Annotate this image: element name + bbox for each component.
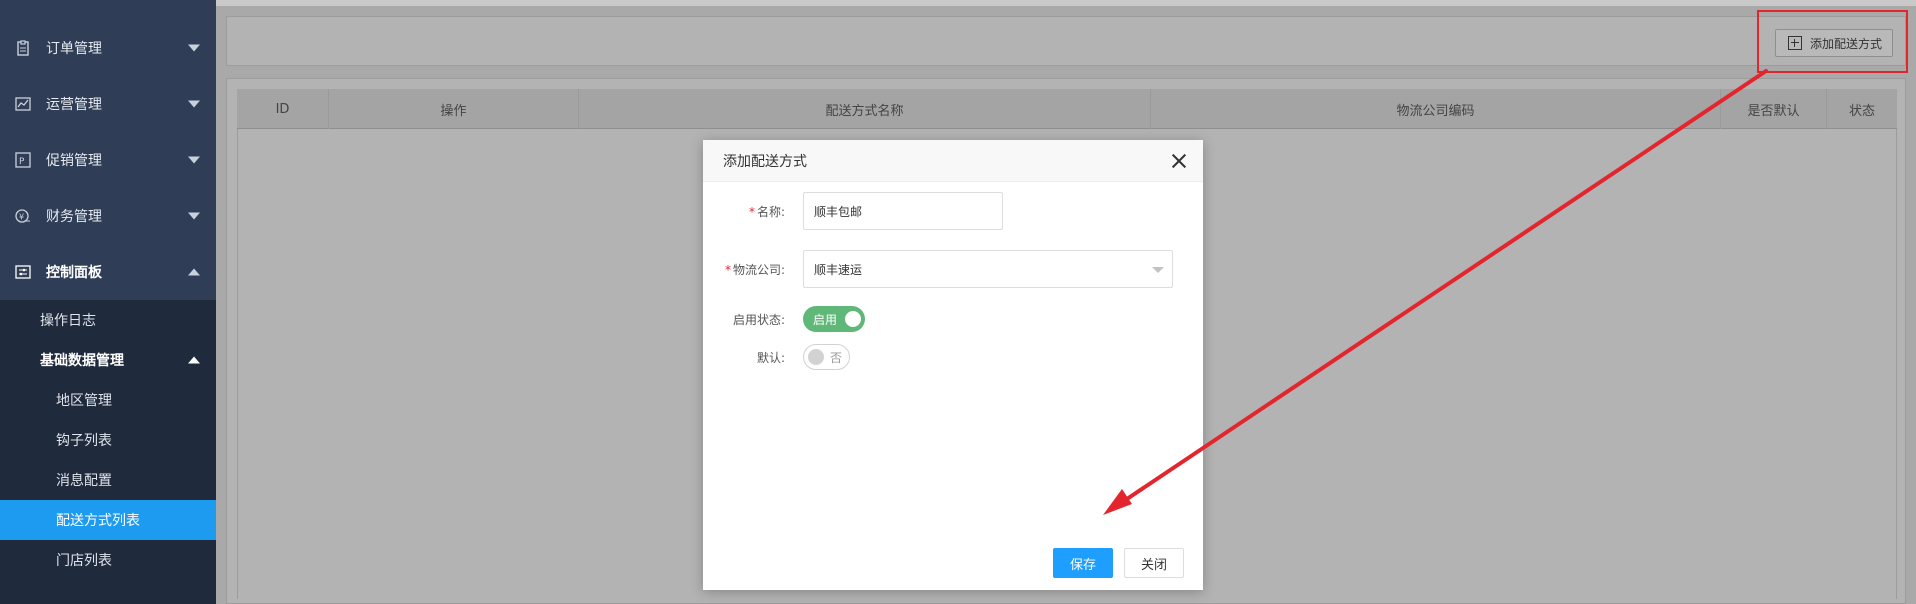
sidebar-item-label: 地区管理: [56, 393, 112, 409]
chevron-up-icon: [188, 356, 200, 364]
sidebar-item-label: 配送方式列表: [56, 513, 140, 529]
company-label-text: 物流公司:: [732, 262, 785, 277]
toolbar-panel: 添加配送方式: [226, 16, 1906, 66]
column-header-company-code[interactable]: 物流公司编码: [1151, 89, 1721, 129]
form-row-company: * 物流公司: 顺丰速运: [703, 250, 1203, 288]
form-row-default: 默认: 否: [703, 344, 1203, 370]
chart-line-icon: [14, 95, 32, 113]
clipboard-icon: [14, 39, 32, 57]
company-label: * 物流公司:: [703, 261, 803, 278]
name-input-value: 顺丰包邮: [814, 204, 863, 219]
column-header-status[interactable]: 状态: [1827, 89, 1897, 129]
sidebar-group-operations[interactable]: 运营管理: [0, 76, 216, 132]
sidebar-item-label: 操作日志: [40, 313, 96, 329]
column-header-id[interactable]: ID: [237, 89, 329, 129]
caret-down-icon: [1152, 267, 1164, 273]
column-header-is-default[interactable]: 是否默认: [1721, 89, 1827, 129]
sidebar-group-finance[interactable]: ¥ 财务管理: [0, 188, 216, 244]
sidebar-group-label: 财务管理: [46, 209, 102, 225]
column-header-action[interactable]: 操作: [329, 89, 579, 129]
sidebar-group-label: 运营管理: [46, 97, 102, 113]
sidebar-group-label: 订单管理: [46, 41, 102, 57]
sidebar-item-message-config[interactable]: 消息配置: [0, 460, 216, 500]
form-row-name: * 名称: 顺丰包邮: [703, 192, 1203, 230]
sidebar-group-promotions[interactable]: P 促销管理: [0, 132, 216, 188]
column-header-name[interactable]: 配送方式名称: [579, 89, 1151, 129]
sidebar-item-basic-data[interactable]: 基础数据管理: [0, 340, 216, 380]
sidebar-item-label: 门店列表: [56, 553, 112, 569]
modal-title: 添加配送方式: [723, 153, 807, 170]
required-mark: *: [748, 204, 755, 219]
toggle-knob: [808, 349, 824, 365]
close-button[interactable]: 关闭: [1124, 548, 1184, 578]
sidebar-item-store-list[interactable]: 门店列表: [0, 540, 216, 580]
sidebar-item-delivery-list[interactable]: 配送方式列表: [0, 500, 216, 540]
svg-text:P: P: [19, 157, 25, 167]
sidebar: 订单管理 运营管理 P 促销管理 ¥ 财务管理 控制面板 操作日志 基础数据管理…: [0, 0, 216, 604]
promo-icon: P: [14, 151, 32, 169]
required-mark: *: [724, 262, 731, 277]
sidebar-item-region[interactable]: 地区管理: [0, 380, 216, 420]
annotation-highlight-box: [1757, 10, 1908, 73]
form-row-status: 启用状态: 启用: [703, 306, 1203, 332]
sidebar-group-label: 促销管理: [46, 153, 102, 169]
table-header: ID 操作 配送方式名称 物流公司编码 是否默认 状态: [237, 89, 1897, 129]
control-panel-icon: [14, 263, 32, 281]
sidebar-item-label: 钩子列表: [56, 433, 112, 449]
sidebar-group-label: 控制面板: [46, 265, 102, 281]
status-toggle-text: 启用: [813, 312, 838, 327]
status-toggle[interactable]: 启用: [803, 306, 865, 332]
money-icon: ¥: [14, 207, 32, 225]
modal-header: 添加配送方式: [703, 140, 1203, 182]
sidebar-top-partial: [0, 0, 216, 20]
company-select[interactable]: 顺丰速运: [803, 250, 1173, 288]
sidebar-group-control-panel[interactable]: 控制面板: [0, 244, 216, 300]
default-label-text: 默认:: [756, 350, 785, 365]
chevron-down-icon: [188, 100, 200, 108]
top-tab-strip: [216, 0, 1916, 6]
sidebar-item-label: 基础数据管理: [40, 353, 124, 369]
save-button[interactable]: 保存: [1053, 548, 1113, 578]
sidebar-group-orders[interactable]: 订单管理: [0, 20, 216, 76]
default-toggle[interactable]: 否: [803, 344, 850, 370]
svg-text:¥: ¥: [19, 213, 24, 222]
sidebar-item-operation-log[interactable]: 操作日志: [0, 300, 216, 340]
sidebar-item-label: 消息配置: [56, 473, 112, 489]
toggle-knob: [845, 311, 861, 327]
sidebar-item-hooks[interactable]: 钩子列表: [0, 420, 216, 460]
name-label-text: 名称:: [756, 204, 785, 219]
company-select-value: 顺丰速运: [814, 262, 863, 277]
sidebar-submenu: 操作日志 基础数据管理 地区管理 钩子列表 消息配置 配送方式列表 门店列表: [0, 300, 216, 604]
chevron-down-icon: [188, 156, 200, 164]
status-label-text: 启用状态:: [732, 312, 785, 327]
close-icon[interactable]: [1171, 153, 1187, 169]
name-label: * 名称:: [703, 203, 803, 220]
chevron-up-icon: [188, 268, 200, 276]
chevron-down-icon: [188, 212, 200, 220]
default-label: 默认:: [703, 349, 803, 366]
default-toggle-text: 否: [830, 350, 843, 365]
chevron-down-icon: [188, 44, 200, 52]
status-label: 启用状态:: [703, 311, 803, 328]
name-input[interactable]: 顺丰包邮: [803, 192, 1003, 230]
add-delivery-modal: 添加配送方式 * 名称: 顺丰包邮 * 物流公司: 顺丰速运 启用状态: 启用 默认…: [703, 140, 1203, 590]
